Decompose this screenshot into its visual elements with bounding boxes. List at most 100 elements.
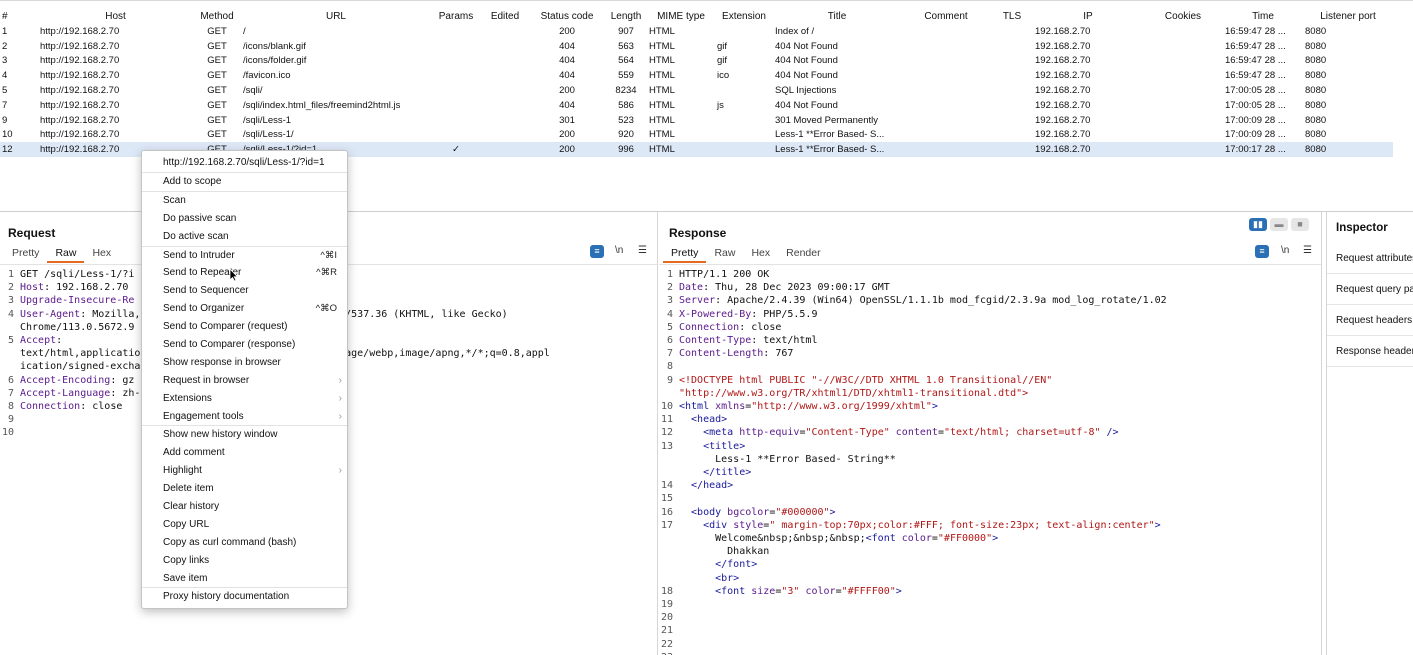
menu-shortcut: ^⌘R: [316, 267, 337, 279]
menu-item-send-to-sequencer[interactable]: Send to Sequencer: [142, 282, 347, 300]
cell-host: http://192.168.2.70: [40, 25, 120, 37]
cell-mime: HTML: [649, 99, 675, 111]
table-row[interactable]: 5 http://192.168.2.70 GET/sqli/200 8234 HTML…: [0, 83, 1393, 98]
table-row[interactable]: 9 http://192.168.2.70 GET/sqli/Less-1 301 52…: [0, 113, 1393, 128]
menu-item-send-to-organizer[interactable]: Send to Organizer ^⌘O: [142, 300, 347, 318]
line-number: 6: [666, 335, 673, 347]
menu-item-send-to-comparer-request[interactable]: Send to Comparer (request): [142, 318, 347, 336]
column-header-num[interactable]: #: [0, 9, 38, 24]
menu-item-send-to-intruder[interactable]: Send to Intruder ^⌘I: [142, 247, 347, 265]
cell-comment: [901, 68, 991, 83]
code-text: size: [751, 585, 776, 597]
menu-item-save-item[interactable]: Save item: [142, 570, 347, 588]
wrap-lines-icon[interactable]: ≡: [1255, 245, 1269, 258]
code-text: : close: [80, 401, 123, 413]
inspector-request-query-parameters[interactable]: Request query parameters: [1327, 275, 1413, 305]
menu-item-add-comment[interactable]: Add comment: [142, 444, 347, 462]
column-header-time[interactable]: Time: [1223, 9, 1303, 24]
table-row[interactable]: 4 http://192.168.2.70 GET/favicon.ico 404 55…: [0, 68, 1393, 83]
menu-item-proxy-history-documentation[interactable]: Proxy history documentation: [142, 588, 347, 606]
tab-hex[interactable]: Hex: [84, 246, 119, 261]
menu-item-copy-url[interactable]: Copy URL: [142, 516, 347, 534]
wrap-lines-icon[interactable]: ≡: [590, 245, 604, 258]
menu-item-do-passive-scan[interactable]: Do passive scan: [142, 210, 347, 228]
split-vertical-icon[interactable]: ▬: [1270, 218, 1288, 231]
column-header-comment[interactable]: Comment: [901, 9, 991, 24]
single-pane-icon[interactable]: ■: [1291, 218, 1309, 231]
response-editor[interactable]: 1 HTTP/1.1 200 OK 2 Date: Thu, 28 Dec 2023 …: [659, 268, 1321, 655]
code-line: 13 <title>: [659, 440, 1321, 453]
menu-item-send-to-repeater[interactable]: Send to Repeater ^⌘R: [142, 264, 347, 282]
menu-item-highlight[interactable]: Highlight ›: [142, 462, 347, 480]
column-header-edited[interactable]: Edited: [481, 9, 529, 24]
menu-item-scan[interactable]: Scan: [142, 192, 347, 210]
table-row[interactable]: 2 http://192.168.2.70 GET/icons/blank.gif 4…: [0, 39, 1393, 54]
column-header-length[interactable]: Length: [605, 9, 647, 24]
inspector-request-attributes[interactable]: Request attributes: [1327, 244, 1413, 274]
tab-raw[interactable]: Raw: [47, 246, 85, 263]
menu-item-send-to-comparer-response[interactable]: Send to Comparer (response): [142, 336, 347, 354]
column-header-mime-type[interactable]: MIME type: [647, 9, 715, 24]
table-row[interactable]: 3 http://192.168.2.70 GET/icons/folder.gif…: [0, 54, 1393, 69]
menu-icon[interactable]: ☰: [1303, 245, 1312, 256]
table-row[interactable]: 7 http://192.168.2.70 GET/sqli/index.html_…: [0, 98, 1393, 113]
menu-item-do-active-scan[interactable]: Do active scan: [142, 228, 347, 246]
tab-hex[interactable]: Hex: [743, 246, 778, 261]
cell-length: 523: [618, 114, 634, 126]
menu-item-show-new-history-window[interactable]: Show new history window: [142, 426, 347, 444]
column-header-extension[interactable]: Extension: [715, 9, 773, 24]
menu-icon[interactable]: ☰: [638, 245, 647, 256]
cell-params: [431, 98, 481, 113]
cell-method: GET: [207, 114, 227, 126]
inspector-response-headers[interactable]: Response headers: [1327, 337, 1413, 367]
tab-pretty[interactable]: Pretty: [4, 246, 47, 261]
code-text: <body: [679, 506, 728, 518]
menu-shortcut: ^⌘O: [315, 303, 337, 315]
column-header-method[interactable]: Method: [193, 9, 241, 24]
newline-toggle[interactable]: \n: [1281, 245, 1289, 256]
code-line: 22: [659, 638, 1321, 651]
tab-raw[interactable]: Raw: [706, 246, 743, 261]
column-header-ip[interactable]: IP: [1033, 9, 1143, 24]
menu-item-clear-history[interactable]: Clear history: [142, 498, 347, 516]
cell-ip: 192.168.2.70: [1035, 40, 1091, 52]
table-row[interactable]: 1 http://192.168.2.70 GET / 200 907 HTML Index …: [0, 24, 1393, 39]
menu-item-label: Clear history: [163, 501, 220, 513]
split-horizontal-icon[interactable]: ▮▮: [1249, 218, 1267, 231]
column-header-listener-port[interactable]: Listener port: [1303, 9, 1393, 24]
cell-ip: 192.168.2.70: [1035, 85, 1091, 97]
menu-item-show-response-in-browser[interactable]: Show response in browser: [142, 354, 347, 372]
code-text: color: [901, 533, 932, 545]
column-header-url[interactable]: URL: [241, 9, 431, 24]
menu-item-extensions[interactable]: Extensions ›: [142, 390, 347, 408]
line-number: 9: [666, 374, 673, 386]
menu-item-copy-links[interactable]: Copy links: [142, 552, 347, 570]
cell-method: GET: [207, 70, 227, 82]
code-line: <br>: [659, 572, 1321, 585]
cell-cookies: [1143, 54, 1223, 69]
tab-render[interactable]: Render: [778, 246, 828, 261]
table-row[interactable]: 10 http://192.168.2.70 GET/sqli/Less-1/200…: [0, 128, 1393, 143]
cell-title: 404 Not Found: [775, 99, 838, 111]
cell-cookies: [1143, 39, 1223, 54]
menu-item-request-in-browser[interactable]: Request in browser ›: [142, 372, 347, 390]
cell-mime: HTML: [649, 70, 675, 82]
code-text: >: [992, 533, 999, 545]
cell-params: [431, 128, 481, 143]
cell-comment: [901, 24, 991, 39]
column-header-params[interactable]: Params: [431, 9, 481, 24]
column-header-host[interactable]: Host: [38, 9, 193, 24]
column-header-tls[interactable]: TLS: [991, 9, 1033, 24]
newline-toggle[interactable]: \n: [615, 245, 623, 256]
menu-item-add-to-scope[interactable]: Add to scope: [142, 173, 347, 191]
tab-pretty[interactable]: Pretty: [663, 246, 707, 263]
inspector-request-headers[interactable]: Request headers: [1327, 306, 1413, 336]
menu-item-delete-item[interactable]: Delete item: [142, 480, 347, 498]
cell-edited: [481, 68, 529, 83]
column-header-title[interactable]: Title: [773, 9, 901, 24]
menu-item-copy-as-curl-command-bash[interactable]: Copy as curl command (bash): [142, 534, 347, 552]
menu-item-engagement-tools[interactable]: Engagement tools ›: [142, 408, 347, 426]
column-header-cookies[interactable]: Cookies: [1143, 9, 1223, 24]
cell-length: 586: [618, 99, 634, 111]
column-header-status-code[interactable]: Status code: [529, 9, 605, 24]
